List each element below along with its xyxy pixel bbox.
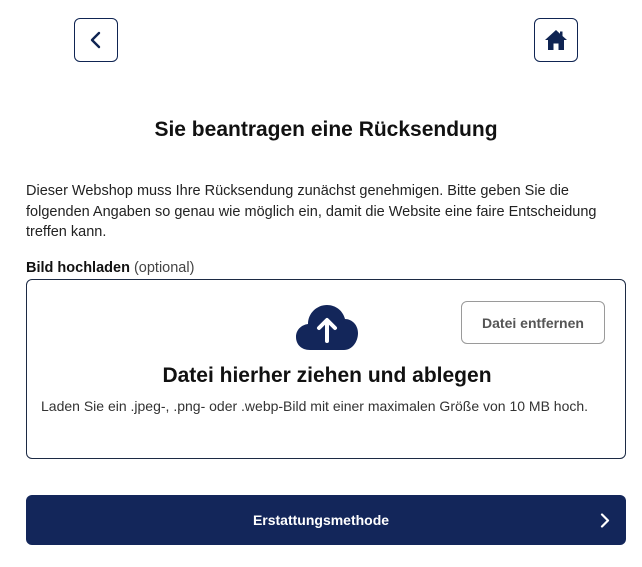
home-button[interactable] xyxy=(534,18,578,62)
refund-method-label: Erstattungsmethode xyxy=(252,512,390,528)
intro-text: Dieser Webshop muss Ihre Rücksendung zun… xyxy=(26,183,597,240)
dropzone-hint: Laden Sie ein .jpeg-, .png- oder .webp-B… xyxy=(41,398,589,414)
refund-method-button[interactable]: Erstattungsmethode xyxy=(26,495,626,545)
chevron-left-icon xyxy=(90,31,101,49)
back-button[interactable] xyxy=(74,18,118,62)
dropzone-title: Datei hierher ziehen und ablegen xyxy=(162,364,492,387)
upload-label: Bild hochladen (optional) xyxy=(26,260,194,276)
chevron-right-icon xyxy=(600,513,610,528)
upload-label-text: Bild hochladen xyxy=(26,260,130,276)
home-icon xyxy=(545,30,567,50)
cloud-upload-icon xyxy=(296,305,358,350)
upload-optional-text: (optional) xyxy=(133,260,195,276)
remove-file-button[interactable]: Datei entfernen xyxy=(461,301,605,344)
file-dropzone[interactable]: Datei entfernen Datei hierher ziehen und… xyxy=(26,279,626,459)
page-title: Sie beantragen eine Rücksendung xyxy=(154,118,498,141)
